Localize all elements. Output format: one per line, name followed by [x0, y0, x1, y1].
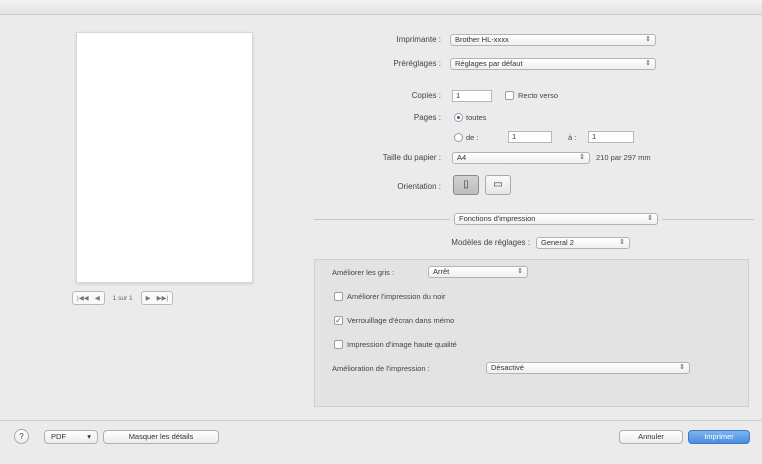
pdf-menu-button[interactable]: PDF ▾: [44, 430, 98, 444]
settings-mode-value: General 2: [541, 238, 574, 247]
black-print-label: Améliorer l'impression du noir: [347, 292, 446, 301]
print-improvement-label: Amélioration de l'impression :: [332, 364, 430, 373]
duplex-label: Recto verso: [518, 91, 559, 100]
print-improvement-value: Désactivé: [491, 363, 524, 372]
section-separator-left: [314, 219, 450, 220]
first-page-icon[interactable]: |◀◀: [77, 294, 89, 302]
last-page-icon[interactable]: ▶▶|: [157, 294, 169, 302]
settings-mode-label: Modèles de réglages :: [451, 238, 530, 247]
chevron-down-icon: ▾: [87, 432, 91, 441]
black-print-checkbox[interactable]: [334, 292, 343, 301]
chevron-updown-icon: ⇕: [645, 36, 651, 43]
portrait-orientation-button[interactable]: ▯: [453, 175, 479, 195]
copies-field[interactable]: 1: [452, 90, 492, 102]
portrait-orientation-icon: ▯: [463, 179, 469, 190]
presets-select[interactable]: Réglages par défaut ⇕: [450, 58, 656, 70]
paper-size-select[interactable]: A4 ⇕: [452, 152, 590, 164]
chevron-updown-icon: ⇕: [619, 239, 625, 246]
cancel-button[interactable]: Annuler: [619, 430, 683, 444]
settings-mode-select[interactable]: General 2 ⇕: [536, 237, 630, 249]
pages-all-radio[interactable]: [454, 113, 463, 122]
pages-to-label: à :: [568, 133, 577, 142]
chevron-updown-icon: ⇕: [647, 215, 653, 222]
pages-range-radio[interactable]: [454, 133, 463, 142]
help-button[interactable]: ?: [14, 429, 29, 444]
paper-size-value: A4: [457, 153, 467, 162]
orientation-label: Orientation :: [397, 182, 441, 191]
improve-gray-label: Améliorer les gris :: [332, 268, 395, 277]
hide-details-button[interactable]: Masquer les détails: [103, 430, 219, 444]
improve-gray-select[interactable]: Arrêt ⇕: [428, 266, 528, 278]
pages-all-label: toutes: [466, 113, 487, 122]
paper-size-label: Taille du papier :: [382, 153, 441, 162]
next-page-icon[interactable]: ▶: [146, 294, 151, 302]
print-improvement-select[interactable]: Désactivé ⇕: [486, 362, 690, 374]
copies-label: Copies :: [411, 91, 441, 100]
pages-from-field[interactable]: 1: [508, 131, 552, 143]
pager-back-buttons[interactable]: |◀◀ ◀: [72, 291, 105, 305]
chevron-updown-icon: ⇕: [517, 268, 523, 275]
section-select[interactable]: Fonctions d'impression ⇕: [454, 213, 658, 225]
screen-lock-label: Verrouillage d'écran dans mémo: [347, 316, 455, 325]
chevron-updown-icon: ⇕: [679, 364, 685, 371]
improve-gray-value: Arrêt: [433, 267, 450, 276]
screen-lock-checkbox[interactable]: ✓: [334, 316, 343, 325]
paper-dimensions: 210 par 297 mm: [596, 153, 651, 162]
presets-label: Préréglages :: [393, 59, 441, 68]
footer-divider: [0, 420, 762, 421]
pages-to-field[interactable]: 1: [588, 131, 634, 143]
duplex-checkbox[interactable]: [505, 91, 514, 100]
hq-image-checkbox[interactable]: [334, 340, 343, 349]
landscape-orientation-button[interactable]: ▭: [485, 175, 511, 195]
landscape-orientation-icon: ▭: [493, 179, 503, 190]
section-value: Fonctions d'impression: [459, 214, 536, 223]
page-counter: 1 sur 1: [112, 294, 133, 302]
hq-image-label: Impression d'image haute qualité: [347, 340, 457, 349]
printer-select[interactable]: Brother HL-xxxx ⇕: [450, 34, 656, 46]
printer-value: Brother HL-xxxx: [455, 35, 509, 44]
window-titlebar: [0, 0, 762, 15]
chevron-updown-icon: ⇕: [645, 60, 651, 67]
preview-pager: |◀◀ ◀ 1 sur 1 ▶ ▶▶|: [72, 291, 174, 305]
previous-page-icon[interactable]: ◀: [95, 294, 100, 302]
pdf-label: PDF: [51, 432, 66, 441]
printer-label: Imprimante :: [396, 35, 441, 44]
print-preview-page: [76, 32, 253, 283]
presets-value: Réglages par défaut: [455, 59, 523, 68]
section-separator-right: [662, 219, 754, 220]
pager-forward-buttons[interactable]: ▶ ▶▶|: [140, 291, 174, 305]
print-features-panel: [314, 259, 749, 407]
print-button[interactable]: Imprimer: [688, 430, 750, 444]
pages-label: Pages :: [413, 113, 441, 122]
chevron-updown-icon: ⇕: [579, 154, 585, 161]
pages-from-label: de :: [466, 133, 479, 142]
